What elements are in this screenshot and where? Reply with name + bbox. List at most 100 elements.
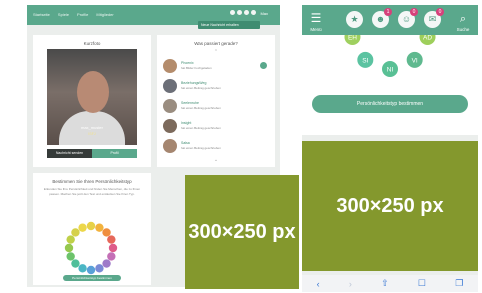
- profile-button[interactable]: Profil: [92, 149, 137, 158]
- type-dot[interactable]: [108, 243, 118, 253]
- mobile-icons: ★ ☻ 1 ☺ 0 ✉ 0: [346, 8, 444, 28]
- mail-icon[interactable]: [251, 10, 256, 15]
- badge: 0: [410, 8, 418, 16]
- face-icon[interactable]: ☺ 0: [398, 8, 418, 28]
- badge: 0: [436, 8, 444, 16]
- notification-toast[interactable]: Neue Nachricht erhalten: [198, 21, 260, 29]
- search-button[interactable]: ⌕ Suche: [453, 9, 473, 32]
- feed-text: hat einen Beitrag geschrieben: [181, 126, 221, 130]
- bookmarks-icon[interactable]: ☐: [418, 278, 426, 289]
- list-item[interactable]: BeziehungsWeg hat einen Beitrag geschrie…: [163, 79, 267, 95]
- avatar: [163, 99, 177, 113]
- profile-name: max_muster: [80, 125, 103, 130]
- type-dot[interactable]: [66, 235, 75, 244]
- type-dot[interactable]: [95, 264, 104, 273]
- search-label: Suche: [456, 27, 470, 32]
- type-dot[interactable]: [102, 228, 111, 237]
- type-dot[interactable]: [95, 223, 104, 232]
- list-item[interactable]: Seelenruhe hat einen Beitrag geschrieben: [163, 99, 267, 115]
- profile-type: ISFJ: [88, 132, 96, 136]
- determine-type-button[interactable]: Persönlichkeitstyp bestimmen: [63, 275, 121, 281]
- type-dot-label: AD: [423, 35, 432, 41]
- type-arc[interactable]: EH SI NI VI AD: [302, 35, 478, 95]
- menu-button[interactable]: ☰ Menü: [306, 9, 326, 32]
- mail-icon[interactable]: ✉ 0: [424, 8, 444, 28]
- type-dot[interactable]: NI: [382, 61, 398, 77]
- feed-name: Insight: [181, 121, 192, 125]
- user-name[interactable]: Max: [260, 11, 268, 16]
- profile-buttons: Nachricht senden Profil: [47, 149, 137, 158]
- plus-icon[interactable]: [260, 62, 267, 69]
- chevron-up-icon[interactable]: ⌃: [157, 49, 275, 55]
- send-message-button[interactable]: Nachricht senden: [47, 149, 92, 158]
- browser-toolbar: ‹ › ⇧ ☐ ❐: [302, 275, 478, 292]
- chevron-down-icon[interactable]: ⌄: [157, 157, 275, 163]
- ad-placeholder[interactable]: 300×250 px: [185, 175, 299, 289]
- share-icon[interactable]: ⇧: [381, 278, 389, 289]
- list-item[interactable]: Insight hat einen Beitrag geschrieben: [163, 119, 267, 135]
- feed-text: hat einen Beitrag geschrieben: [181, 86, 221, 90]
- feed-text: hat Bilder hochgeladen: [181, 66, 212, 70]
- nav-item[interactable]: Mitglieder: [96, 12, 113, 17]
- type-dot-label: SI: [362, 57, 368, 64]
- list-item[interactable]: Salsa hat einen Beitrag geschrieben: [163, 139, 267, 155]
- type-dot[interactable]: [64, 243, 74, 253]
- nav-item[interactable]: Spiele: [58, 12, 69, 17]
- type-dot[interactable]: [86, 221, 96, 231]
- nav-item[interactable]: Profile: [77, 12, 88, 17]
- badge: 1: [384, 8, 392, 16]
- type-dot[interactable]: SI: [357, 51, 374, 68]
- activity-card: Was passiert gerade? ⌃ Phoenix hat Bilde…: [157, 35, 275, 167]
- type-dot-label: EH: [348, 35, 357, 41]
- ad-size-label: 300×250 px: [336, 194, 444, 217]
- type-dot[interactable]: VI: [406, 51, 423, 68]
- feed-name: Salsa: [181, 141, 190, 145]
- nav-item[interactable]: Startseite: [33, 12, 50, 17]
- users-icon[interactable]: ☻ 1: [372, 8, 392, 28]
- ad-placeholder[interactable]: 300×250 px: [302, 141, 478, 271]
- mobile-page: ☰ Menü ★ ☻ 1 ☺ 0 ✉ 0 ⌕ Suche EH SI NI VI AD Per…: [302, 5, 478, 292]
- type-dot[interactable]: [86, 265, 96, 275]
- type-dot[interactable]: [78, 264, 87, 273]
- type-dot[interactable]: [107, 235, 116, 244]
- type-dot-label: VI: [412, 57, 418, 64]
- type-dot[interactable]: [66, 252, 75, 261]
- star-icon[interactable]: [230, 10, 235, 15]
- feed-text: hat einen Beitrag geschrieben: [181, 146, 221, 150]
- tabs-icon[interactable]: ❐: [455, 278, 463, 289]
- profile-photo[interactable]: max_muster ISFJ: [47, 49, 137, 145]
- type-dot[interactable]: [107, 252, 116, 261]
- feed-name: Phoenix: [181, 61, 194, 65]
- search-icon: ⌕: [459, 13, 467, 25]
- list-item[interactable]: Phoenix hat Bilder hochgeladen: [163, 59, 267, 75]
- users-icon[interactable]: [237, 10, 242, 15]
- type-dot[interactable]: EH: [344, 35, 361, 45]
- feed-name: BeziehungsWeg: [181, 81, 207, 85]
- back-icon[interactable]: ‹: [317, 279, 320, 289]
- face-icon[interactable]: [244, 10, 249, 15]
- personality-wheel[interactable]: [61, 218, 121, 278]
- mobile-personality-card: EH SI NI VI AD Persönlichkeitstyp bestimmen: [302, 35, 478, 135]
- main-nav: Startseite Spiele Profile Mitglieder: [33, 12, 114, 17]
- star-icon[interactable]: ★: [346, 11, 363, 28]
- mobile-header: ☰ Menü ★ ☻ 1 ☺ 0 ✉ 0 ⌕ Suche: [302, 5, 478, 35]
- determine-type-button[interactable]: Persönlichkeitstyp bestimmen: [312, 95, 468, 113]
- type-dot[interactable]: [102, 259, 111, 268]
- type-dot[interactable]: [78, 223, 87, 232]
- type-dot[interactable]: AD: [419, 35, 436, 45]
- menu-label: Menü: [310, 27, 322, 32]
- type-dot[interactable]: [71, 228, 80, 237]
- feed-name: Seelenruhe: [181, 101, 199, 105]
- avatar: [163, 139, 177, 153]
- forward-icon[interactable]: ›: [349, 279, 352, 289]
- avatar: [163, 59, 177, 73]
- personality-card-title: Bestimmen Sie Ihren Persönlichkeitstyp: [52, 179, 132, 184]
- feed-text: hat einen Beitrag geschrieben: [181, 106, 221, 110]
- ad-size-label: 300×250 px: [188, 220, 296, 243]
- type-dot[interactable]: [71, 259, 80, 268]
- activity-card-title: Was passiert gerade?: [194, 41, 238, 46]
- personality-card: Bestimmen Sie Ihren Persönlichkeitstyp E…: [33, 173, 151, 285]
- photo-face: [77, 71, 109, 113]
- desktop-page: Startseite Spiele Profile Mitglieder Max…: [27, 5, 299, 289]
- avatar: [163, 79, 177, 93]
